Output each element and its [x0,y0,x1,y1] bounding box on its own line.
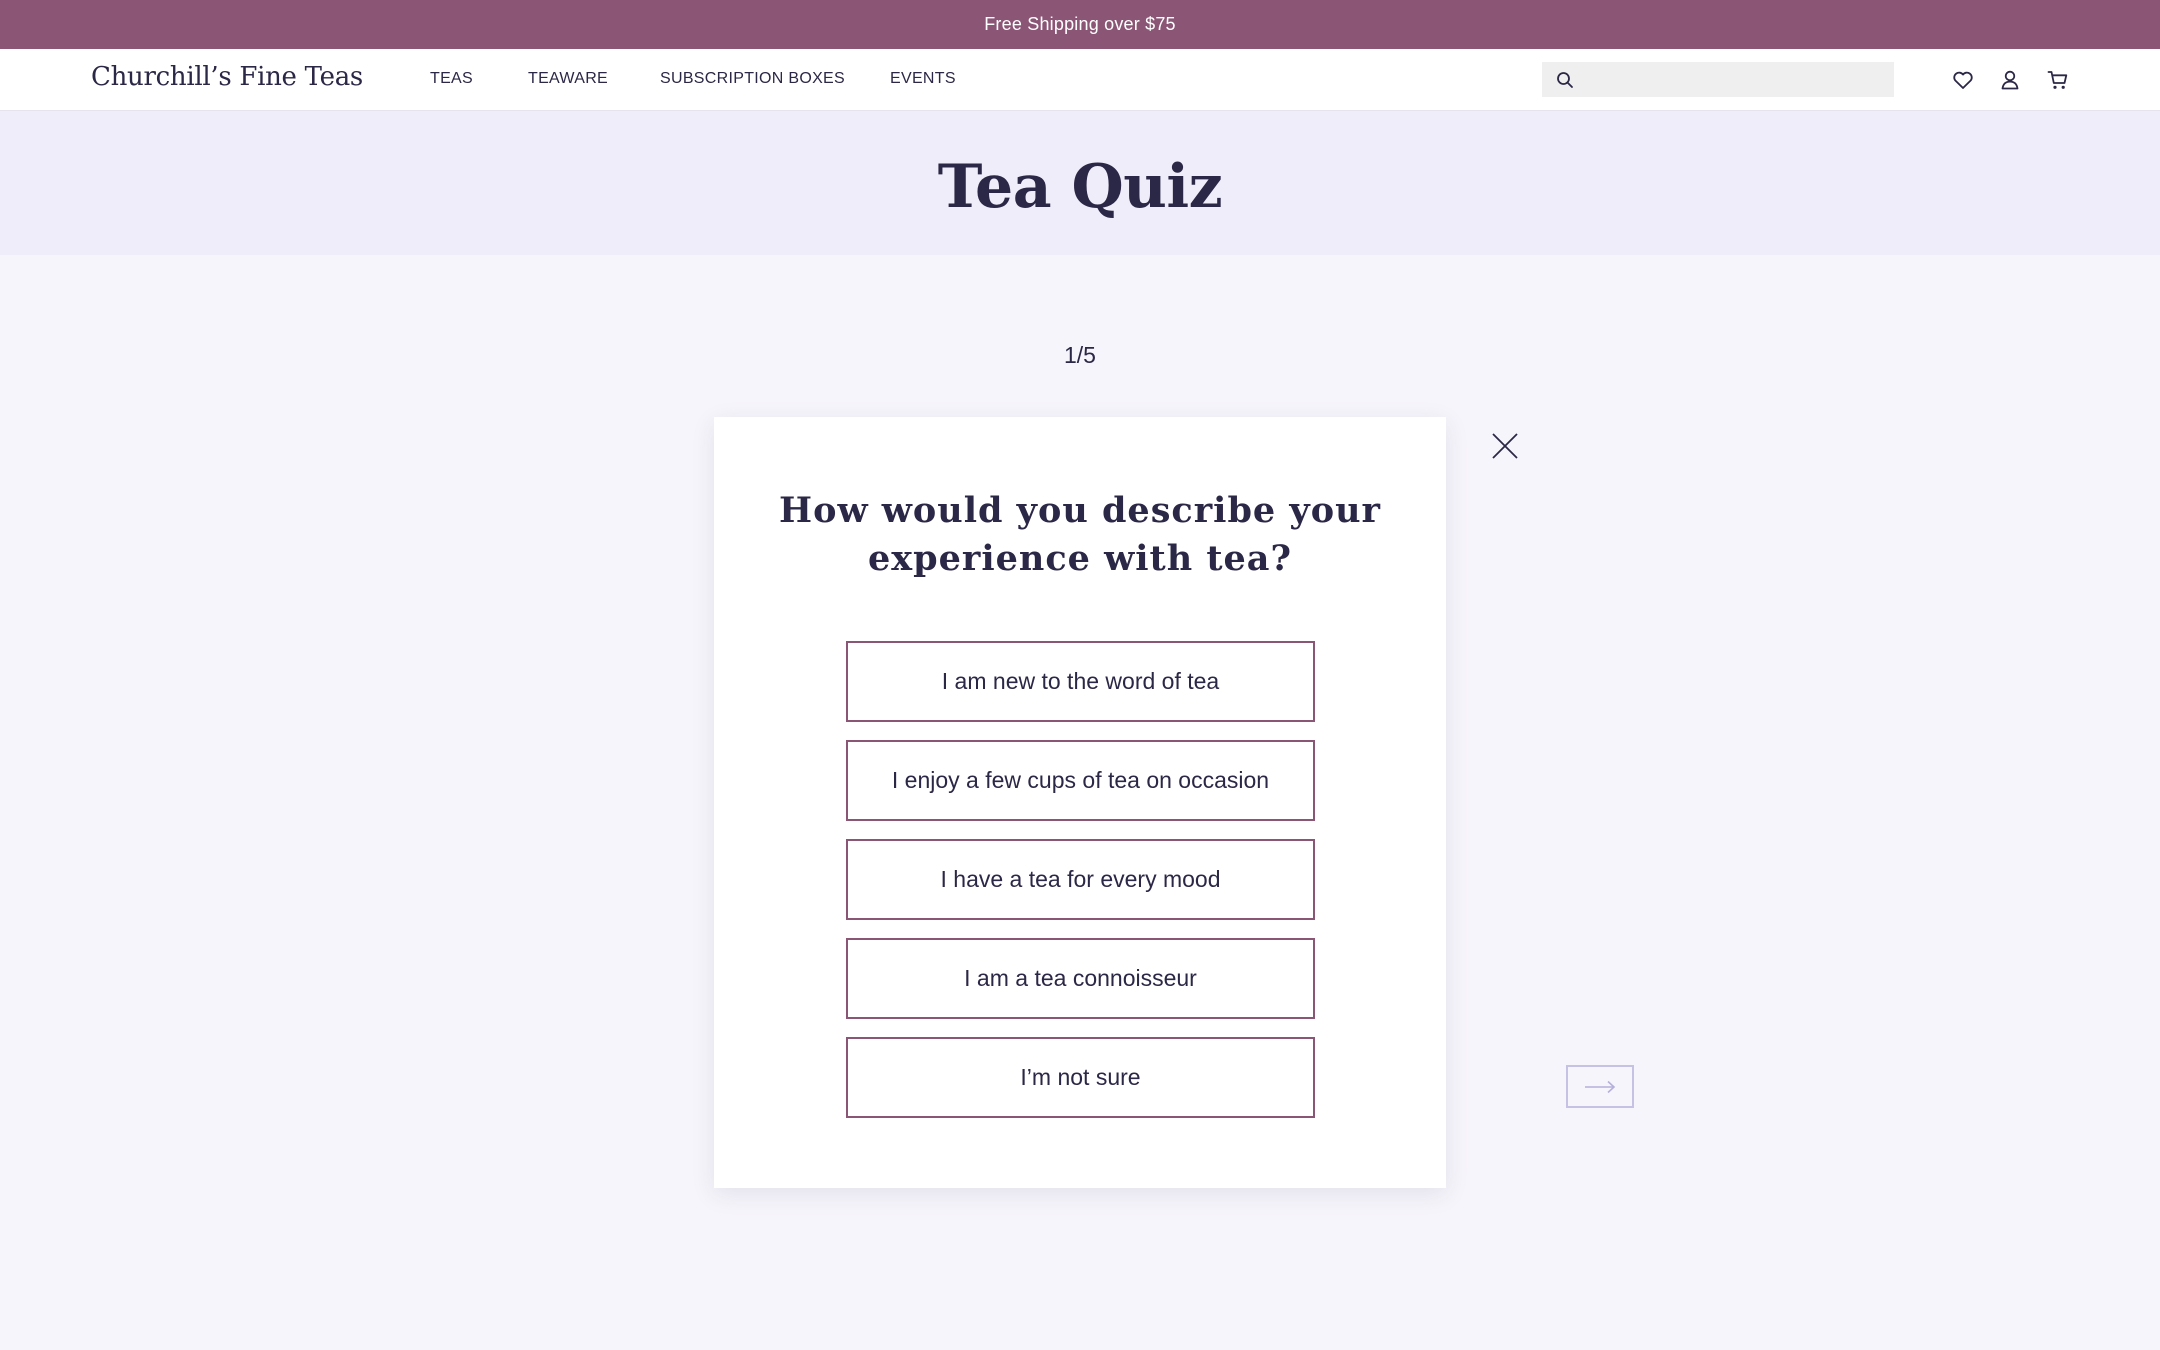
site-header: Churchill’s Fine Teas TEAS TEAWARE SUBSC… [0,49,2160,111]
promo-bar: Free Shipping over $75 [0,0,2160,49]
next-button[interactable] [1566,1065,1634,1108]
quiz-question: How would you describe your experience w… [779,490,1381,579]
nav-item-teaware[interactable]: TEAWARE [528,70,608,88]
answer-option-5[interactable]: I’m not sure [846,1037,1315,1118]
search-icon [1557,72,1573,88]
hero-banner: Tea Quiz [0,111,2160,255]
cart-icon[interactable] [2045,67,2071,93]
answer-option-3[interactable]: I have a tea for every mood [846,839,1315,920]
search-box[interactable] [1542,62,1894,97]
step-counter: 1/5 [1064,342,1096,368]
logo[interactable]: Churchill’s Fine Teas [91,62,363,92]
answer-option-4[interactable]: I am a tea connoisseur [846,938,1315,1019]
page-title: Tea Quiz [937,152,1223,222]
heart-icon[interactable] [1950,67,1976,93]
arrow-right-icon [1585,1080,1616,1093]
quiz-card: How would you describe your experience w… [714,417,1446,1188]
nav-item-events[interactable]: EVENTS [890,70,956,88]
answer-option-2[interactable]: I enjoy a few cups of tea on occasion [846,740,1315,821]
nav-item-subscription-boxes[interactable]: SUBSCRIPTION BOXES [660,70,845,88]
close-icon[interactable] [1490,431,1520,461]
user-icon[interactable] [1997,67,2023,93]
answer-option-1[interactable]: I am new to the word of tea [846,641,1315,722]
nav-item-teas[interactable]: TEAS [430,70,473,88]
promo-text: Free Shipping over $75 [984,14,1176,34]
search-input[interactable] [1582,62,1882,97]
